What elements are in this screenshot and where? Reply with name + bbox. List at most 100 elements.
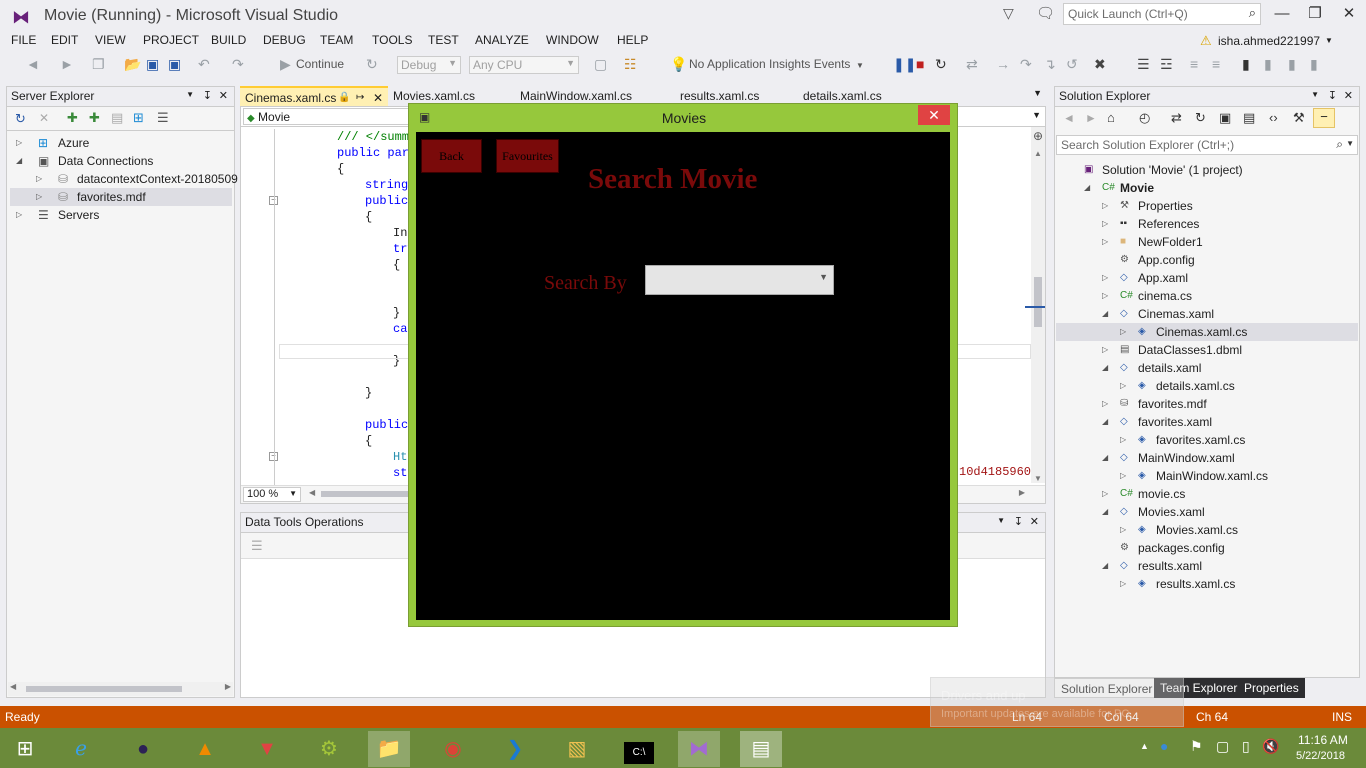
- connectivity-icon[interactable]: ●: [1160, 738, 1168, 754]
- solution-tree-item[interactable]: ▷ C# cinema.cs: [1056, 287, 1358, 305]
- expand-arrow-icon[interactable]: ▷: [1120, 431, 1126, 449]
- collapse-arrow-icon[interactable]: ◢: [1102, 449, 1108, 467]
- volume-icon[interactable]: 🔇: [1262, 738, 1279, 755]
- expand-arrow-icon[interactable]: ▷: [1102, 287, 1108, 305]
- close-panel-icon[interactable]: ✕: [1030, 515, 1039, 528]
- tab-cinemas-xaml-cs[interactable]: Cinemas.xaml.cs 🔒 ↦ ✕: [240, 86, 388, 106]
- refresh-icon[interactable]: ↻: [15, 111, 26, 127]
- panel-menu-icon[interactable]: ▼: [186, 90, 194, 99]
- solution-tree-item[interactable]: ▷ ◈ details.xaml.cs: [1056, 377, 1358, 395]
- scroll-up-icon[interactable]: ▲: [1034, 149, 1042, 158]
- menu-window[interactable]: WINDOW: [546, 33, 599, 47]
- notification-filter-icon[interactable]: ▽: [1003, 5, 1014, 22]
- visual-studio-icon[interactable]: ⧓: [678, 731, 720, 767]
- expand-arrow-icon[interactable]: ▷: [36, 188, 42, 206]
- properties-icon[interactable]: ⚒: [1293, 110, 1305, 126]
- solution-tree-item[interactable]: ◢ ◇ details.xaml: [1056, 359, 1358, 377]
- solution-tree-item[interactable]: ◢ ◇ MainWindow.xaml: [1056, 449, 1358, 467]
- menu-tools[interactable]: TOOLS: [372, 33, 412, 47]
- solution-tree-item[interactable]: ▷ ⛁ favorites.mdf: [1056, 395, 1358, 413]
- start-icon[interactable]: ⊞: [4, 731, 46, 767]
- menu-file[interactable]: FILE: [11, 33, 36, 47]
- panel-menu-icon[interactable]: ▼: [1311, 90, 1319, 99]
- maximize-button[interactable]: ❐: [1298, 3, 1332, 25]
- clock-time[interactable]: 11:16 AM: [1298, 733, 1348, 747]
- restart-icon[interactable]: ↻: [935, 56, 947, 73]
- step-over-icon[interactable]: ↷: [1020, 56, 1032, 73]
- connect-server-icon[interactable]: ✚: [89, 110, 100, 126]
- new-project-icon[interactable]: ❐: [92, 56, 105, 73]
- close-tab-icon[interactable]: ✕: [373, 88, 383, 108]
- continue-icon[interactable]: ▶: [280, 56, 291, 73]
- pin-icon[interactable]: ↧: [203, 89, 212, 102]
- undo-icon[interactable]: ↶: [198, 56, 210, 73]
- continue-button[interactable]: Continue: [296, 57, 344, 71]
- tree-item-data-connections[interactable]: ◢ ▣ Data Connections: [16, 152, 232, 170]
- collapse-all-icon[interactable]: ▣: [1219, 110, 1231, 126]
- expand-arrow-icon[interactable]: ▷: [1102, 485, 1108, 503]
- back-icon[interactable]: ◄: [1063, 111, 1075, 125]
- connect-database-icon[interactable]: ✚: [67, 110, 78, 126]
- network-icon[interactable]: ▢: [1216, 738, 1229, 755]
- eclipse-icon[interactable]: ●: [122, 731, 164, 767]
- open-file-icon[interactable]: 📂: [124, 56, 141, 73]
- collapse-arrow-icon[interactable]: ◢: [1102, 503, 1108, 521]
- clear-list-icon[interactable]: ☰: [251, 538, 263, 554]
- comment-icon[interactable]: ≡: [1190, 56, 1198, 72]
- insights-icon[interactable]: 💡: [670, 56, 687, 73]
- collapse-arrow-icon[interactable]: ◢: [1102, 413, 1108, 431]
- exceptions-icon[interactable]: ✖: [1094, 56, 1106, 73]
- expand-arrow-icon[interactable]: ▷: [16, 206, 22, 224]
- solution-tree-item[interactable]: ◢ ◇ favorites.xaml: [1056, 413, 1358, 431]
- solution-tree-item[interactable]: ▷ ◈ results.xaml.cs: [1056, 575, 1358, 593]
- solution-tree-item[interactable]: ▷ ◈ MainWindow.xaml.cs: [1056, 467, 1358, 485]
- collapse-arrow-icon[interactable]: ◢: [16, 152, 22, 170]
- favourites-button[interactable]: Favourites: [496, 139, 559, 173]
- insights-dropdown-icon[interactable]: ▼: [856, 61, 864, 70]
- menu-help[interactable]: HELP: [617, 33, 648, 47]
- expand-arrow-icon[interactable]: ▷: [1102, 215, 1108, 233]
- scroll-right-icon[interactable]: ▶: [225, 682, 231, 691]
- scroll-thumb[interactable]: [1034, 277, 1042, 327]
- close-panel-icon[interactable]: ✕: [1344, 89, 1353, 102]
- back-button[interactable]: Back: [421, 139, 482, 173]
- solution-tree-item[interactable]: ◢ C# Movie: [1056, 179, 1358, 197]
- scroll-down-icon[interactable]: ▼: [1034, 474, 1042, 483]
- pending-changes-icon[interactable]: ◴: [1139, 110, 1150, 126]
- bookmark-prev-icon[interactable]: ▮: [1264, 56, 1272, 73]
- action-center-icon[interactable]: ⚑: [1190, 738, 1203, 755]
- solution-tree-item[interactable]: ▷ ▤ DataClasses1.dbml: [1056, 341, 1358, 359]
- chrome-icon[interactable]: ◉: [432, 731, 474, 767]
- home-icon[interactable]: ⌂: [1107, 110, 1115, 125]
- tree-item-servers[interactable]: ▷ ☰ Servers: [16, 206, 232, 224]
- solution-tree-item[interactable]: ▷ ■ NewFolder1: [1056, 233, 1358, 251]
- threads-icon[interactable]: ☲: [1160, 56, 1173, 73]
- solution-tree-item[interactable]: ▷ ◈ Movies.xaml.cs: [1056, 521, 1358, 539]
- menu-project[interactable]: PROJECT: [143, 33, 199, 47]
- menu-team[interactable]: TEAM: [320, 33, 353, 47]
- pin-tab-icon[interactable]: ↦: [356, 88, 364, 108]
- expand-arrow-icon[interactable]: ▷: [1102, 395, 1108, 413]
- scroll-thumb[interactable]: [26, 686, 182, 692]
- pin-icon[interactable]: ↧: [1328, 89, 1337, 102]
- view-code-icon[interactable]: ‹›: [1269, 110, 1278, 125]
- user-dropdown-icon[interactable]: ▼: [1325, 36, 1333, 45]
- solution-tree-item[interactable]: ⚙ packages.config: [1056, 539, 1358, 557]
- expand-arrow-icon[interactable]: ▷: [1102, 197, 1108, 215]
- collapse-arrow-icon[interactable]: ◢: [1102, 359, 1108, 377]
- scroll-left-icon[interactable]: ◀: [10, 682, 16, 691]
- sync-icon[interactable]: ⇄: [1171, 110, 1182, 126]
- attach-icon[interactable]: ▢: [594, 56, 607, 73]
- redo-icon[interactable]: ↷: [232, 56, 244, 73]
- expand-arrow-icon[interactable]: ▷: [1102, 341, 1108, 359]
- forward-icon[interactable]: ►: [1085, 111, 1097, 125]
- expand-arrow-icon[interactable]: ▷: [1120, 323, 1126, 341]
- collapse-arrow-icon[interactable]: ◢: [1102, 557, 1108, 575]
- refresh-icon[interactable]: ↻: [1195, 110, 1206, 126]
- stop-refresh-icon[interactable]: ✕: [39, 111, 49, 125]
- forward-nav-icon[interactable]: ►: [60, 56, 74, 72]
- ie-icon[interactable]: ℯ: [60, 731, 102, 767]
- configuration-select[interactable]: Debug ▼: [397, 56, 461, 74]
- vscode-icon[interactable]: ❯: [494, 731, 536, 767]
- collapse-arrow-icon[interactable]: ◢: [1084, 179, 1090, 197]
